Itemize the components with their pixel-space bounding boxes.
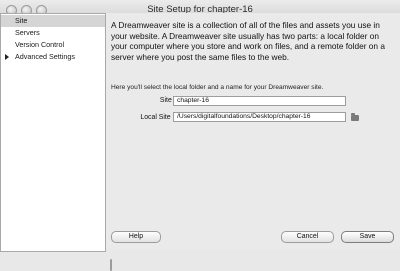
- disclosure-triangle-icon[interactable]: [5, 54, 9, 60]
- sidebar-item-servers[interactable]: Servers: [1, 27, 105, 39]
- folder-icon[interactable]: [351, 113, 359, 121]
- local-site-folder-input[interactable]: /Users/digitalfoundations/Desktop/chapte…: [173, 112, 346, 122]
- site-name-input[interactable]: chapter-16: [173, 96, 346, 106]
- sidebar-item-label: Version Control: [15, 40, 65, 49]
- help-button[interactable]: Help: [111, 231, 161, 243]
- sidebar-item-site[interactable]: Site: [1, 15, 105, 27]
- sidebar-item-label: Servers: [15, 28, 40, 37]
- save-button[interactable]: Save: [341, 231, 394, 243]
- cancel-button[interactable]: Cancel: [281, 231, 334, 243]
- sidebar-item-label: Site: [15, 16, 28, 25]
- sidebar-item-label: Advanced Settings: [15, 52, 75, 61]
- sidebar: Site Servers Version Control Advanced Se…: [0, 13, 106, 252]
- intro-text: A Dreamweaver site is a collection of al…: [111, 20, 385, 62]
- sidebar-item-advanced-settings[interactable]: Advanced Settings: [1, 51, 105, 63]
- main-panel: A Dreamweaver site is a collection of al…: [106, 13, 400, 271]
- hint-text: Here you'll select the local folder and …: [111, 84, 324, 91]
- sidebar-item-version-control[interactable]: Version Control: [1, 39, 105, 51]
